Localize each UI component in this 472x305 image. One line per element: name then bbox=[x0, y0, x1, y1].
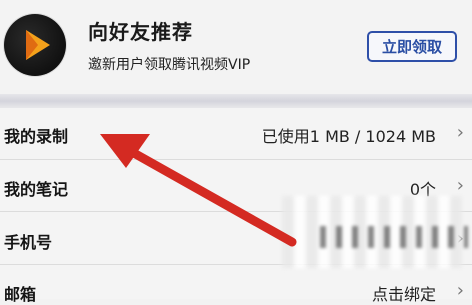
chevron-right-icon: › bbox=[456, 175, 464, 196]
email-label: 邮箱 bbox=[4, 285, 37, 304]
my-recordings-row[interactable]: 我的录制 已使用1 MB / 1024 MB › bbox=[0, 108, 472, 159]
promo-subtitle: 邀新用户领取腾讯视频VIP bbox=[88, 57, 251, 73]
my-recordings-label: 我的录制 bbox=[4, 127, 69, 146]
email-row[interactable]: 邮箱 点击绑定 › bbox=[0, 265, 472, 304]
storage-usage-value: 已使用1 MB / 1024 MB bbox=[261, 127, 436, 146]
redacted-phone-digits bbox=[320, 226, 468, 248]
promo-title: 向好友推荐 bbox=[88, 20, 193, 44]
chevron-right-icon: › bbox=[456, 280, 464, 301]
tencent-video-logo-icon bbox=[4, 14, 66, 76]
section-divider bbox=[0, 94, 472, 108]
claim-now-button[interactable]: 立即领取 bbox=[367, 31, 457, 62]
bind-email-link[interactable]: 点击绑定 bbox=[372, 281, 436, 305]
my-notes-label: 我的笔记 bbox=[4, 180, 69, 199]
recommend-friend-banner[interactable]: 向好友推荐 邀新用户领取腾讯视频VIP 立即领取 bbox=[0, 0, 472, 94]
chevron-right-icon: › bbox=[456, 122, 464, 143]
phone-number-label: 手机号 bbox=[4, 233, 53, 252]
